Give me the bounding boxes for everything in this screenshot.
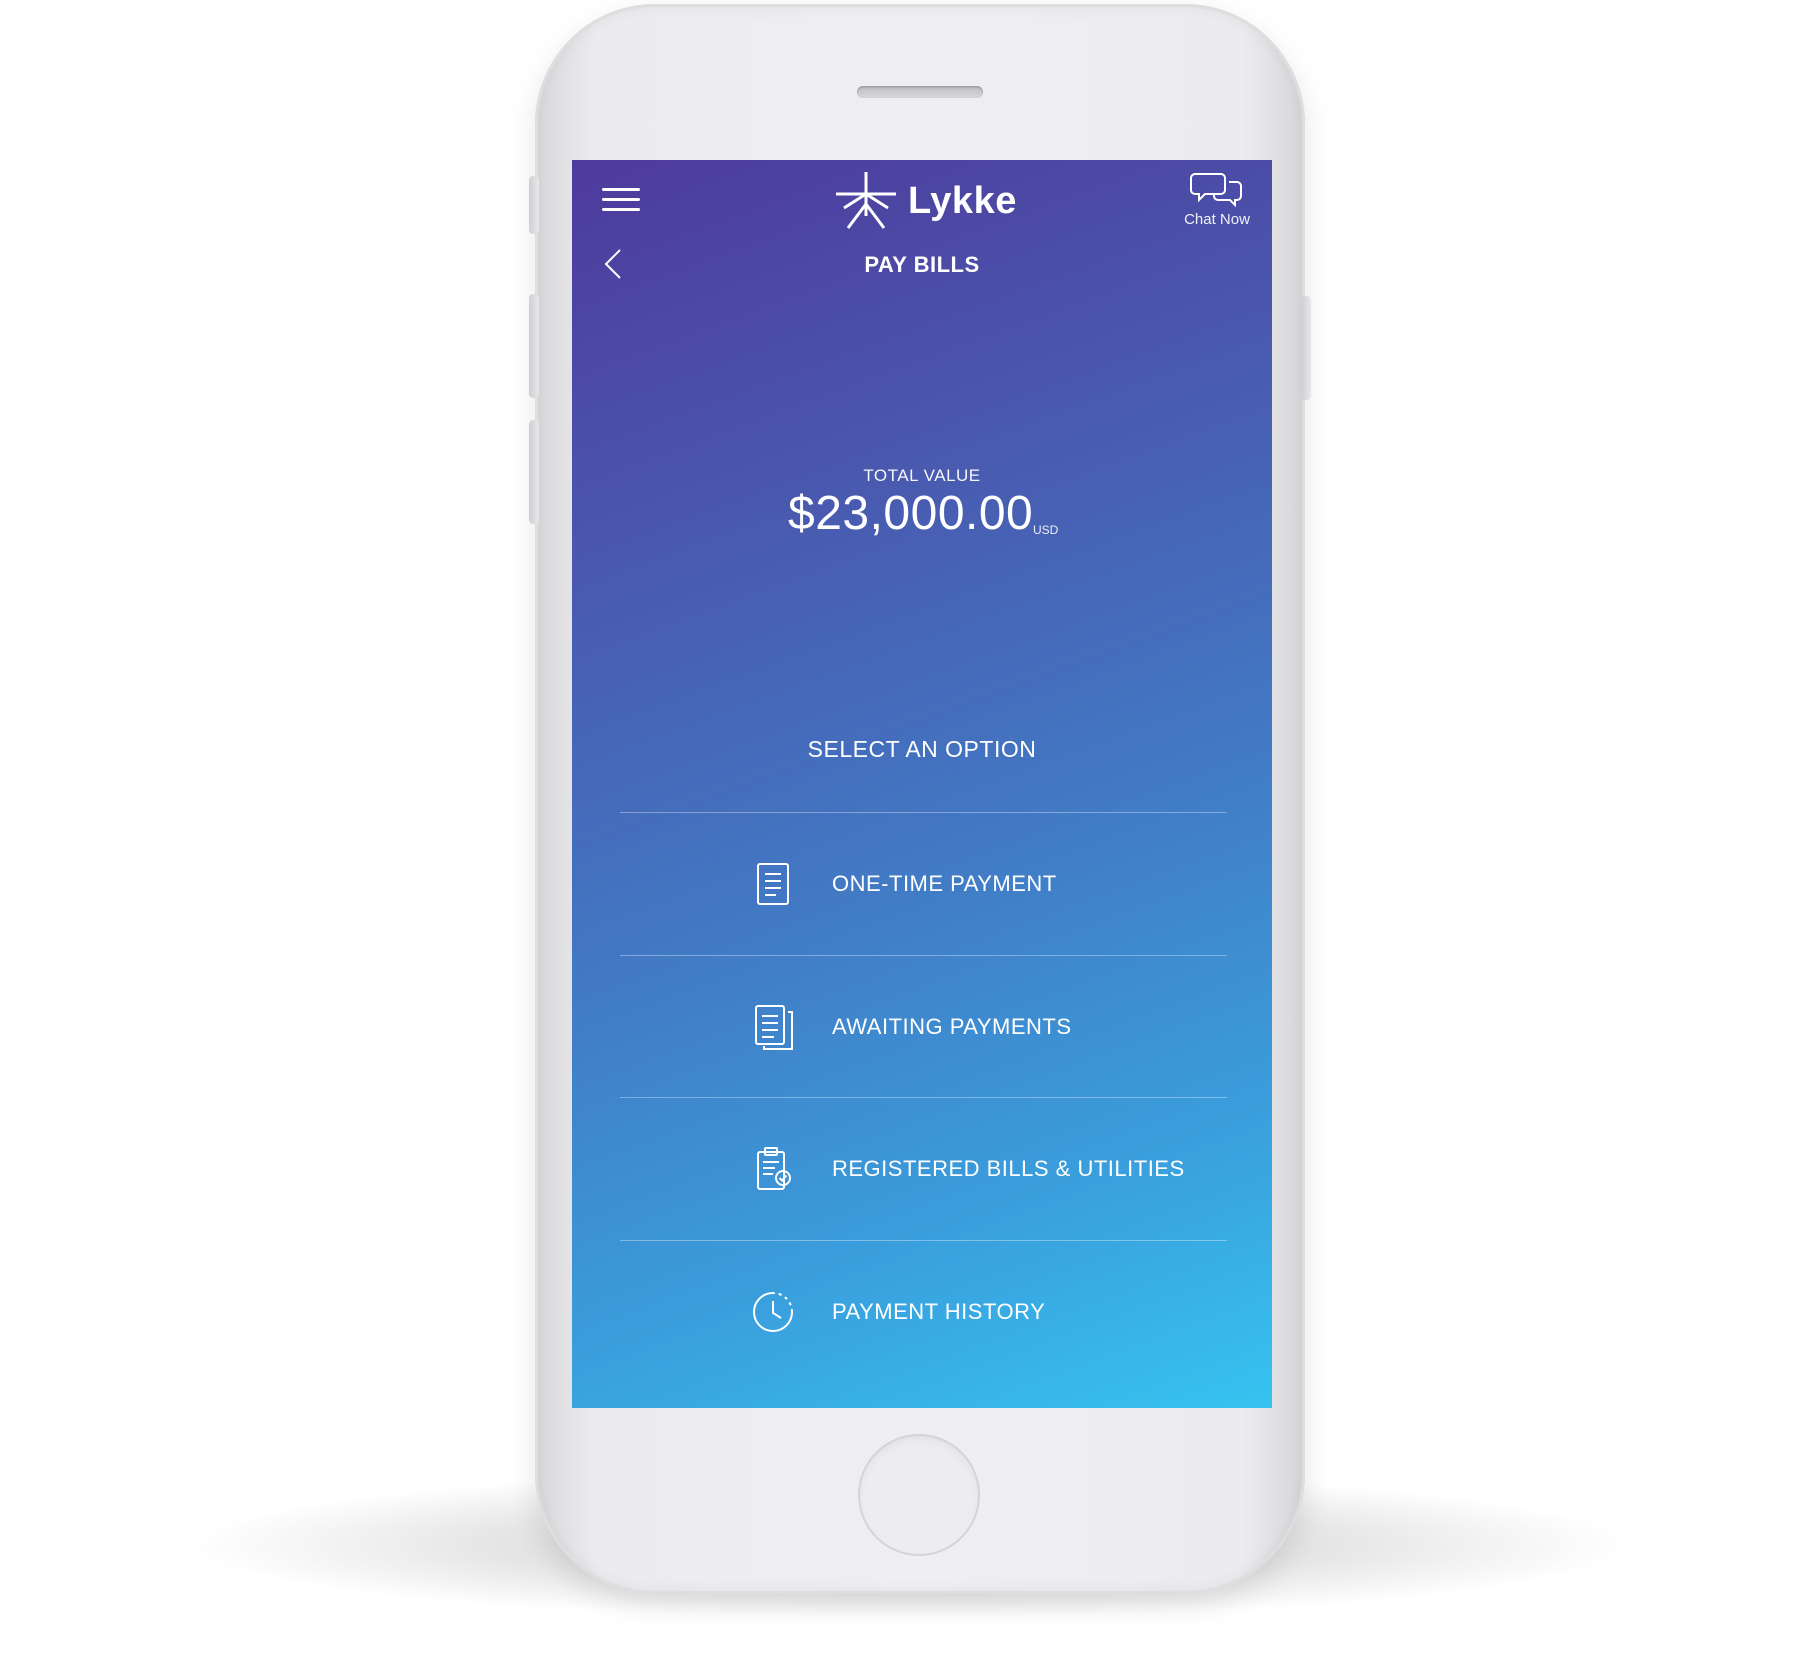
page-title: PAY BILLS xyxy=(864,252,980,277)
clock-history-icon xyxy=(753,1292,793,1332)
volume-up-button xyxy=(529,294,539,398)
option-payment-history[interactable]: PAYMENT HISTORY xyxy=(620,1241,1227,1383)
chat-now-button[interactable]: Chat Now xyxy=(1172,168,1262,228)
clipboard-check-icon xyxy=(757,1147,791,1190)
volume-down-button xyxy=(529,420,539,524)
mute-switch xyxy=(529,176,539,234)
documents-stack-icon xyxy=(755,1005,793,1050)
total-value-amount: $23,000.00 xyxy=(788,487,1034,540)
brand-logo: Lykke xyxy=(834,170,1017,232)
phone-device: Lykke Chat Now PAY BILLS TOTAL VALUE $23… xyxy=(529,4,1311,1594)
option-label: REGISTERED BILLS & UTILITIES xyxy=(832,1156,1185,1181)
brand-name: Lykke xyxy=(908,179,1017,222)
option-label: AWAITING PAYMENTS xyxy=(832,1014,1072,1039)
chat-now-label: Chat Now xyxy=(1184,211,1250,228)
options-heading: SELECT AN OPTION xyxy=(807,736,1037,762)
menu-icon[interactable] xyxy=(602,188,640,212)
option-label: PAYMENT HISTORY xyxy=(832,1299,1046,1324)
mockup-stage: Lykke Chat Now PAY BILLS TOTAL VALUE $23… xyxy=(0,0,1820,1660)
total-value-label: TOTAL VALUE xyxy=(863,466,981,485)
document-icon xyxy=(757,863,789,905)
chat-bubbles-icon xyxy=(1190,173,1242,208)
earpiece-speaker xyxy=(857,86,983,98)
option-awaiting-payments[interactable]: AWAITING PAYMENTS xyxy=(620,956,1227,1098)
option-label: ONE-TIME PAYMENT xyxy=(832,871,1057,896)
option-one-time-payment[interactable]: ONE-TIME PAYMENT xyxy=(620,813,1227,955)
option-registered-bills[interactable]: REGISTERED BILLS & UTILITIES xyxy=(620,1098,1227,1240)
app-screen: Lykke Chat Now PAY BILLS TOTAL VALUE $23… xyxy=(572,160,1272,1408)
total-value-currency: USD xyxy=(1033,523,1059,537)
home-button[interactable] xyxy=(858,1434,980,1556)
lykke-star-icon xyxy=(836,172,896,229)
power-button xyxy=(1301,296,1311,400)
